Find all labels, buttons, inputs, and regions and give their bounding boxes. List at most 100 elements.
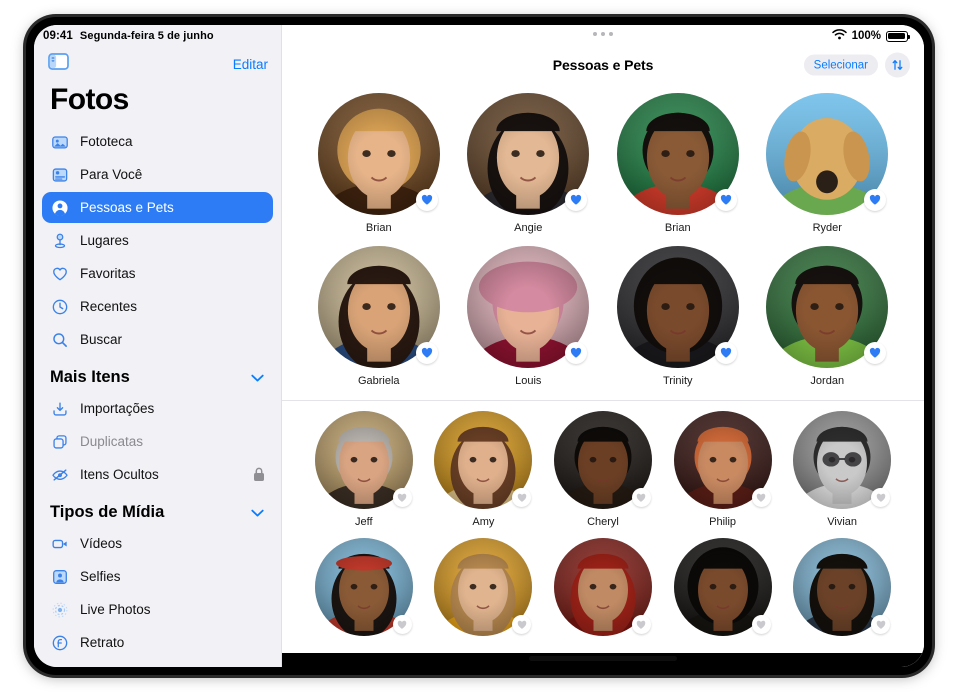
- person-cell[interactable]: Brian: [317, 93, 440, 234]
- unfavorite-badge[interactable]: [631, 615, 651, 634]
- sidebar-item-label: Fototeca: [80, 134, 133, 149]
- sidebar-item-label: Para Você: [80, 167, 143, 182]
- edit-button[interactable]: Editar: [233, 57, 268, 72]
- clock-icon: [50, 297, 69, 316]
- person-cell[interactable]: Philip: [673, 411, 772, 528]
- person-name: Jeff: [355, 516, 373, 528]
- sidebar-scroll-area[interactable]: Fototeca Para Você Pessoas e Pets Lugare…: [34, 126, 281, 667]
- section-header-tipos-de-midia[interactable]: Tipos de Mídia: [42, 492, 273, 528]
- avatar[interactable]: [434, 538, 533, 636]
- person-cell[interactable]: Louis: [467, 246, 590, 387]
- people-row: [282, 538, 924, 643]
- person-cell[interactable]: Amy: [434, 411, 533, 528]
- sidebar-item-fototeca[interactable]: Fototeca: [42, 126, 273, 157]
- person-cell[interactable]: [793, 538, 892, 643]
- avatar[interactable]: [314, 538, 413, 636]
- sidebar-item-lugares[interactable]: Lugares: [42, 225, 273, 256]
- sidebar-item-selfies[interactable]: Selfies: [42, 561, 273, 592]
- unfavorite-badge[interactable]: [631, 488, 651, 507]
- sidebar-item-recentes[interactable]: Recentes: [42, 291, 273, 322]
- select-button[interactable]: Selecionar: [803, 54, 878, 76]
- page-title: Pessoas e Pets: [552, 57, 654, 73]
- sidebar-item-favoritas[interactable]: Favoritas: [42, 258, 273, 289]
- person-cell[interactable]: Vivian: [793, 411, 892, 528]
- favorite-badge[interactable]: [714, 189, 737, 211]
- avatar[interactable]: [673, 411, 772, 509]
- avatar[interactable]: [317, 93, 440, 215]
- sidebar-item-retrato[interactable]: Retrato: [42, 627, 273, 658]
- sidebar-item-pessoas-e-pets[interactable]: Pessoas e Pets: [42, 192, 273, 223]
- sidebar-item-duplicatas[interactable]: Duplicatas: [42, 426, 273, 457]
- chevron-down-icon[interactable]: [251, 503, 264, 522]
- favorite-badge[interactable]: [864, 189, 887, 211]
- sidebar-item-para-voce[interactable]: Para Você: [42, 159, 273, 190]
- person-cell[interactable]: Jeff: [314, 411, 413, 528]
- avatar[interactable]: [793, 538, 892, 636]
- section-title: Tipos de Mídia: [50, 503, 165, 521]
- unfavorite-badge[interactable]: [392, 488, 412, 507]
- live-photo-icon: [50, 600, 69, 619]
- avatar[interactable]: [434, 411, 533, 509]
- status-time: 09:41: [43, 30, 73, 42]
- person-cell[interactable]: Gabriela: [317, 246, 440, 387]
- sidebar-item-label: Importações: [80, 401, 155, 416]
- unfavorite-badge[interactable]: [751, 488, 771, 507]
- person-cell[interactable]: Jordan: [766, 246, 889, 387]
- person-cell[interactable]: [673, 538, 772, 643]
- avatar[interactable]: [314, 411, 413, 509]
- person-cell[interactable]: Cheryl: [553, 411, 652, 528]
- favorite-badge[interactable]: [864, 342, 887, 364]
- avatar[interactable]: [553, 538, 652, 636]
- person-cell[interactable]: Angie: [467, 93, 590, 234]
- person-cell[interactable]: Brian: [616, 93, 739, 234]
- unfavorite-badge[interactable]: [871, 615, 891, 634]
- sort-arrows-icon[interactable]: [885, 52, 910, 78]
- avatar[interactable]: [766, 246, 889, 368]
- person-cell[interactable]: [434, 538, 533, 643]
- avatar[interactable]: [793, 411, 892, 509]
- status-date: Segunda-feira 5 de junho: [79, 30, 214, 42]
- favorite-badge[interactable]: [714, 342, 737, 364]
- sidebar-item-videos[interactable]: Vídeos: [42, 528, 273, 559]
- avatar[interactable]: [317, 246, 440, 368]
- unfavorite-badge[interactable]: [512, 488, 532, 507]
- unfavorite-badge[interactable]: [512, 615, 532, 634]
- avatar[interactable]: [766, 93, 889, 215]
- unfavorite-badge[interactable]: [871, 488, 891, 507]
- people-row: Brian Angie Brian Ryder: [282, 93, 924, 234]
- multitasking-dots-icon[interactable]: [593, 32, 613, 36]
- avatar[interactable]: [553, 411, 652, 509]
- sidebar-item-buscar[interactable]: Buscar: [42, 324, 273, 355]
- person-cell[interactable]: [314, 538, 413, 643]
- home-indicator[interactable]: [529, 656, 677, 661]
- person-name: Brian: [664, 222, 691, 234]
- sidebar-item-itens-ocultos[interactable]: Itens Ocultos: [42, 459, 273, 490]
- people-grid[interactable]: Brian Angie Brian Ryder Gabriela Louis Trinity…: [282, 83, 924, 667]
- favorite-badge[interactable]: [565, 342, 588, 364]
- sidebar-item-importacoes[interactable]: Importações: [42, 393, 273, 424]
- person-name: Louis: [515, 375, 542, 387]
- chevron-down-icon[interactable]: [251, 368, 264, 387]
- unfavorite-badge[interactable]: [751, 615, 771, 634]
- person-cell[interactable]: [553, 538, 652, 643]
- avatar[interactable]: [673, 538, 772, 636]
- avatar[interactable]: [616, 93, 739, 215]
- person-name: Brian: [365, 222, 392, 234]
- favorite-badge[interactable]: [565, 189, 588, 211]
- person-name: Ryder: [812, 222, 842, 234]
- sidebar-item-label: Recentes: [80, 299, 138, 314]
- section-header-mais-itens[interactable]: Mais Itens: [42, 357, 273, 393]
- person-cell[interactable]: Trinity: [616, 246, 739, 387]
- sidebar-item-live-photos[interactable]: Live Photos: [42, 594, 273, 625]
- avatar[interactable]: [467, 246, 590, 368]
- sidebar-toggle-icon[interactable]: [48, 53, 69, 75]
- favorite-badge[interactable]: [415, 189, 438, 211]
- avatar[interactable]: [616, 246, 739, 368]
- person-name: Trinity: [662, 375, 693, 387]
- person-cell[interactable]: Ryder: [766, 93, 889, 234]
- status-bar-right: 100%: [282, 25, 924, 47]
- favorite-badge[interactable]: [415, 342, 438, 364]
- avatar[interactable]: [467, 93, 590, 215]
- lock-icon: [253, 467, 265, 482]
- unfavorite-badge[interactable]: [392, 615, 412, 634]
